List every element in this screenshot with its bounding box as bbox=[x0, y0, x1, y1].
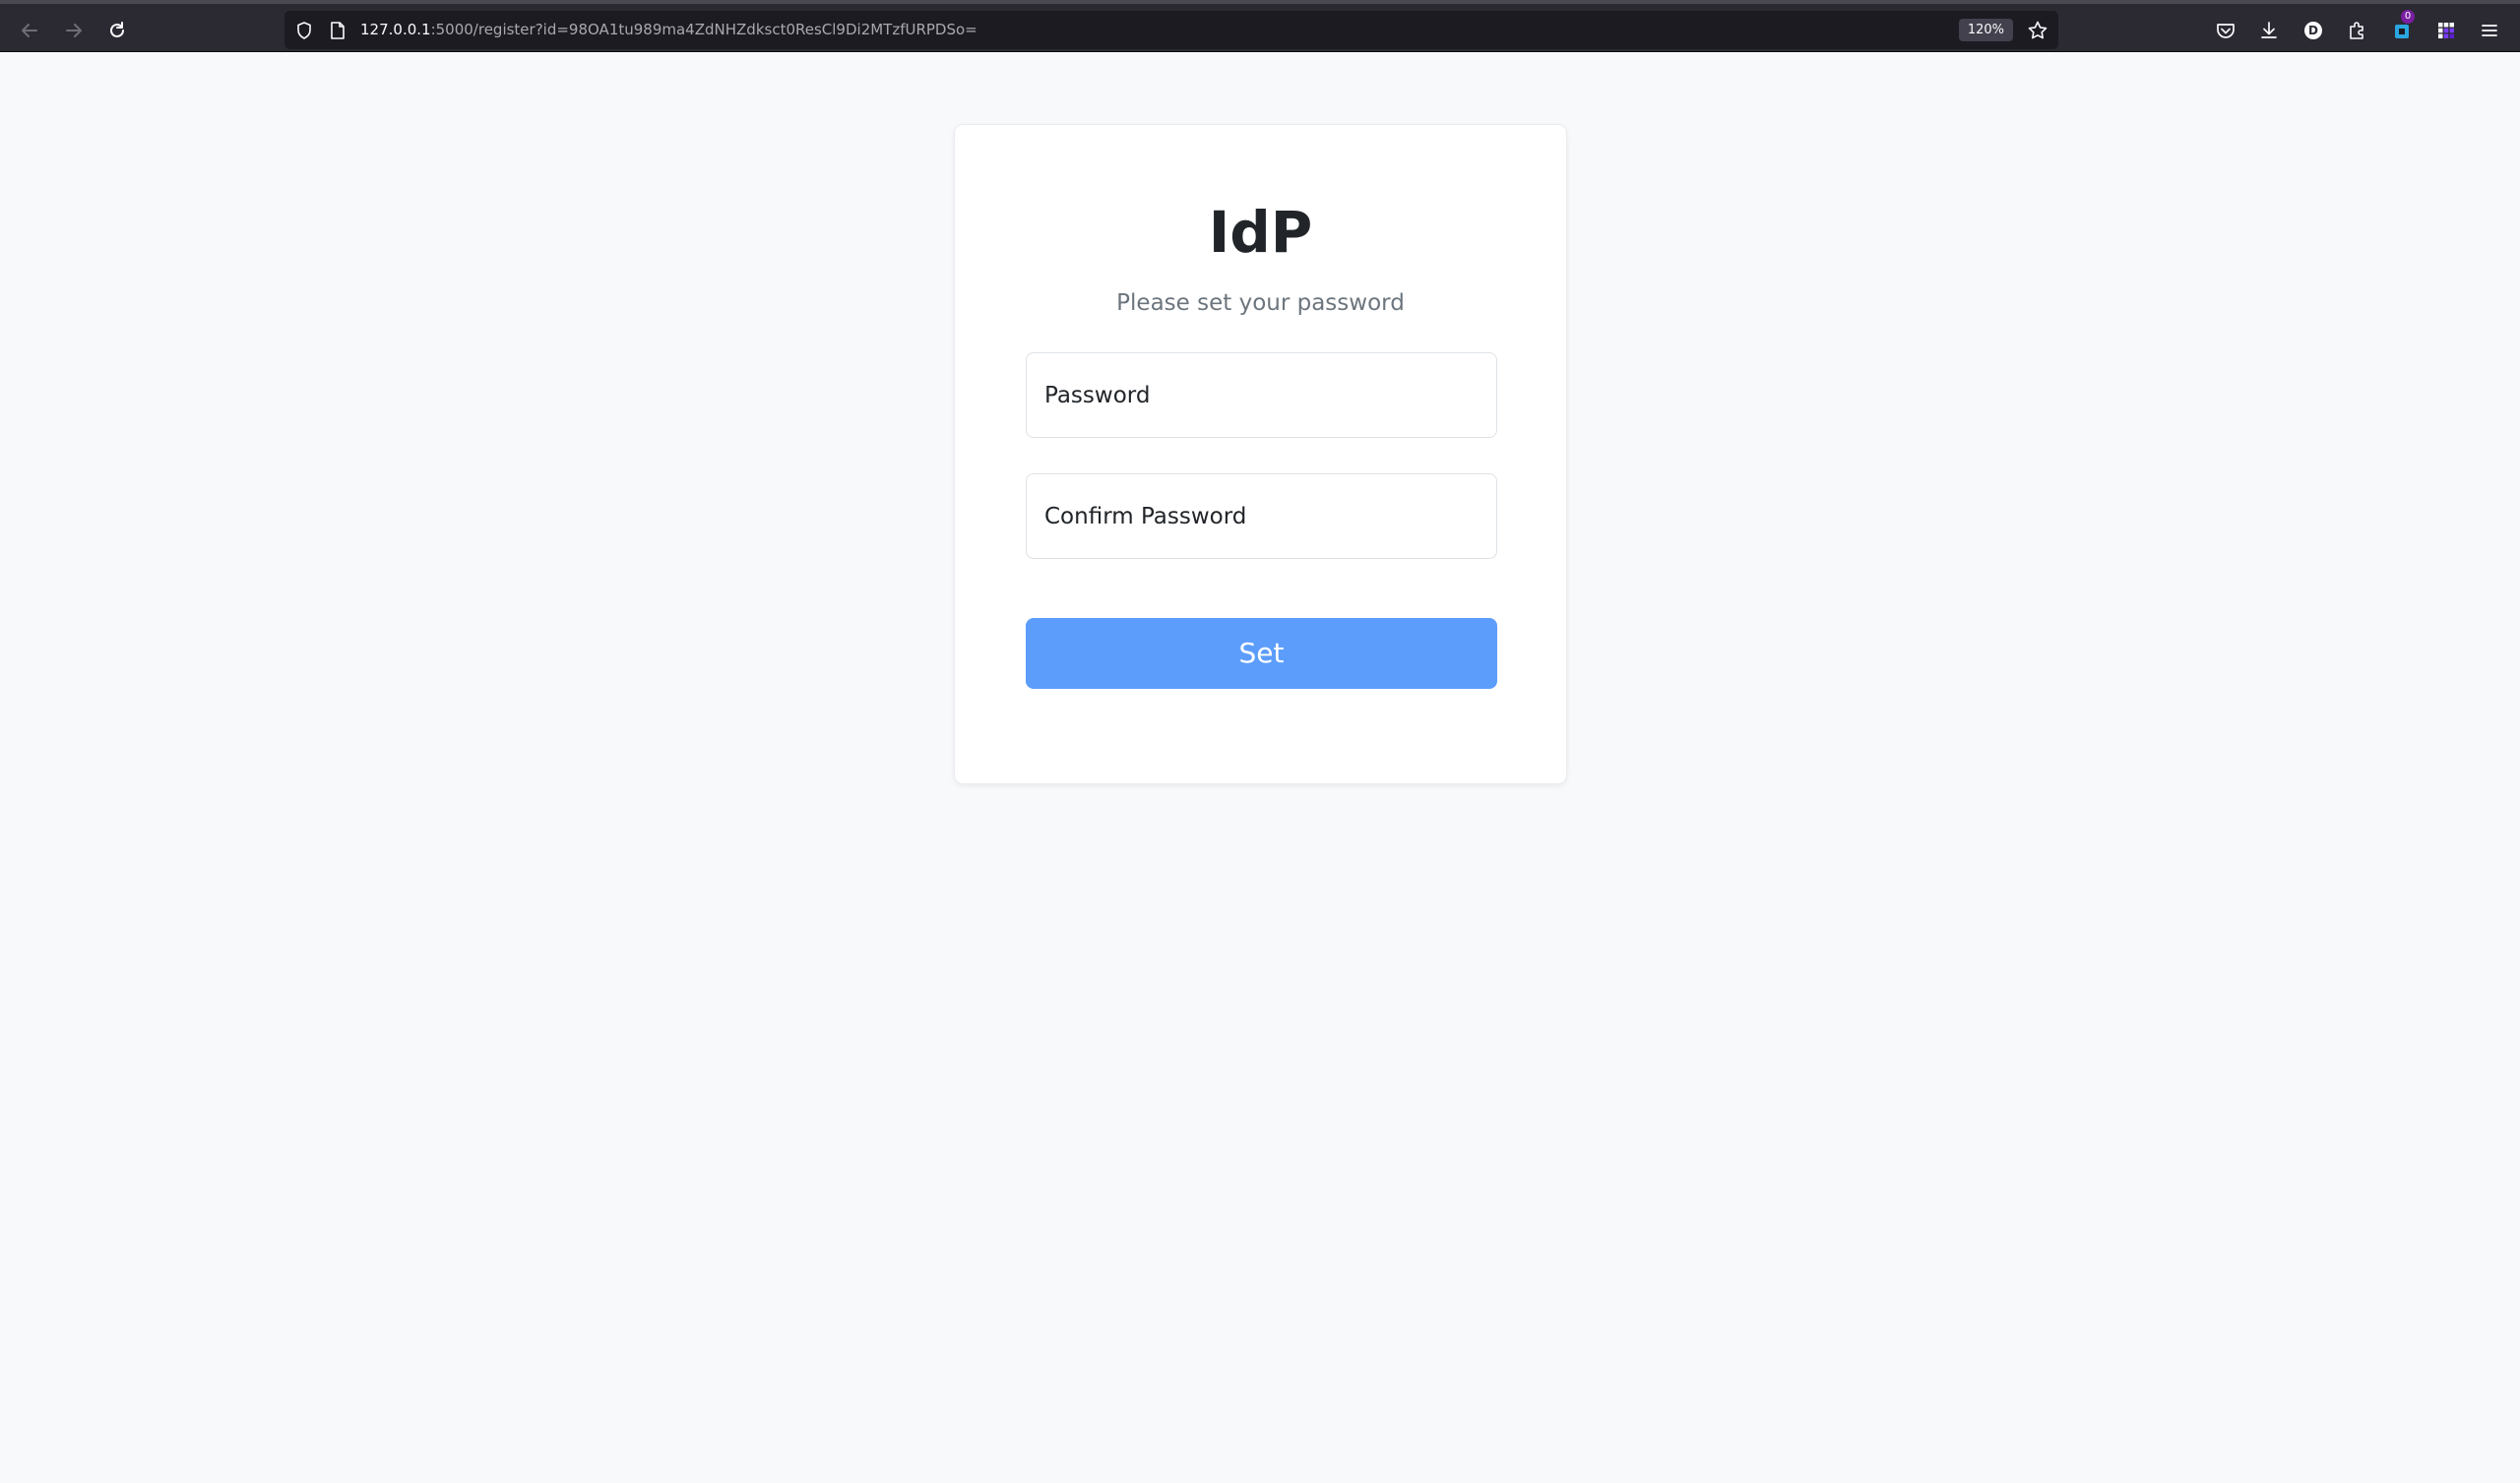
reload-icon[interactable] bbox=[102, 16, 132, 45]
page-content: IdP Please set your password Set bbox=[0, 52, 2520, 1483]
set-password-button[interactable]: Set bbox=[1026, 618, 1497, 689]
register-card: IdP Please set your password Set bbox=[954, 124, 1567, 784]
url-bar[interactable]: 127.0.0.1:5000/register?id=98OA1tu989ma4… bbox=[284, 11, 2058, 49]
pocket-icon[interactable] bbox=[2211, 16, 2240, 45]
url-host: 127.0.0.1 bbox=[360, 21, 431, 38]
account-initial: D bbox=[2308, 24, 2318, 37]
password-input[interactable] bbox=[1027, 353, 1496, 437]
confirm-password-input[interactable] bbox=[1027, 474, 1496, 558]
zoom-level-badge[interactable]: 120% bbox=[1958, 19, 2013, 41]
account-icon[interactable]: D bbox=[2299, 16, 2328, 45]
browser-toolbar: 127.0.0.1:5000/register?id=98OA1tu989ma4… bbox=[0, 0, 2520, 52]
url-path: :5000/register?id=98OA1tu989ma4ZdNHZdksc… bbox=[430, 21, 977, 38]
shield-icon[interactable] bbox=[293, 20, 315, 41]
page-subtitle: Please set your password bbox=[1116, 290, 1405, 316]
hamburger-menu-icon[interactable] bbox=[2475, 16, 2504, 45]
back-arrow-icon[interactable] bbox=[15, 16, 44, 45]
extension-count-badge: 0 bbox=[2401, 10, 2415, 24]
puzzle-icon[interactable] bbox=[2343, 16, 2372, 45]
forward-arrow-icon[interactable] bbox=[59, 16, 89, 45]
star-icon[interactable] bbox=[2027, 20, 2048, 41]
grid-extension-icon[interactable] bbox=[2431, 16, 2461, 45]
extension-icon[interactable]: 0 bbox=[2387, 10, 2417, 45]
url-text[interactable]: 127.0.0.1:5000/register?id=98OA1tu989ma4… bbox=[360, 21, 977, 39]
download-icon[interactable] bbox=[2254, 16, 2284, 45]
password-field[interactable] bbox=[1026, 352, 1497, 438]
page-title: IdP bbox=[1208, 199, 1313, 266]
confirm-password-field[interactable] bbox=[1026, 473, 1497, 559]
page-icon[interactable] bbox=[327, 20, 348, 41]
